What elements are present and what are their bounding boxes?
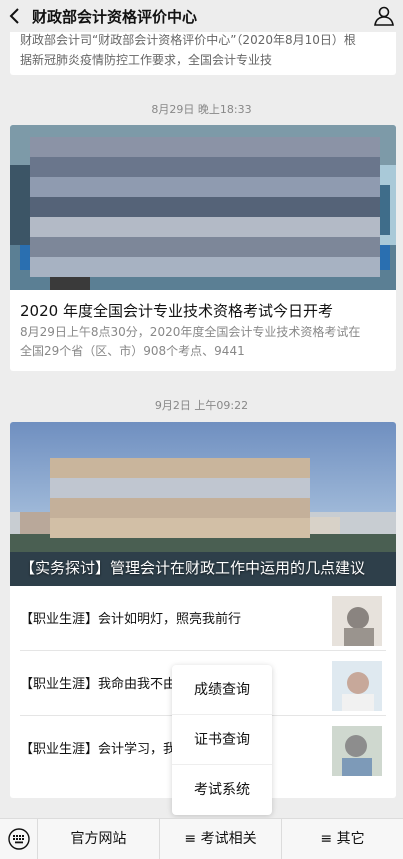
article-thumbnail: [332, 726, 382, 776]
chevron-left-icon: [9, 8, 19, 24]
timestamp: 8月29日 晚上18:33: [151, 103, 252, 116]
article-summary-1: 8月29日上午8点30分，2020年度全国会计专业技术资格考试在: [20, 325, 361, 339]
profile-button[interactable]: [373, 5, 395, 27]
menu-official-website[interactable]: 官方网站: [38, 819, 160, 859]
pixelated-region: [30, 137, 380, 277]
article-title: 【实务探讨】管理会计在财政工作中运用的几点建议: [20, 559, 366, 577]
article-summary-2: 全国29个省（区、市）908个考点、9441: [20, 344, 245, 358]
menu-exam-related[interactable]: ≡ 考试相关: [160, 819, 282, 859]
article-thumbnail: [332, 661, 382, 711]
list-item-title: 【职业生涯】会计如明灯，照亮我前行: [20, 612, 242, 627]
submenu-popup: 成绩查询 证书查询 考试系统: [172, 665, 272, 815]
list-item-title: 【职业生涯】会计学习，我: [20, 742, 177, 757]
keyboard-toggle-button[interactable]: [0, 819, 38, 859]
list-item[interactable]: 【职业生涯】会计如明灯，照亮我前行: [20, 586, 386, 651]
top-header: 财政部会计资格评价中心: [0, 0, 403, 32]
timestamp: 9月2日 上午09:22: [154, 399, 249, 412]
page-title: 财政部会计资格评价中心: [32, 7, 198, 26]
list-item-title: 【职业生涯】我命由我不由: [20, 677, 177, 692]
previous-article-text-2: 据新冠肺炎疫情防控工作要求，全国会计专业技: [20, 53, 273, 67]
menu-item-certificate-query[interactable]: 证书查询: [172, 715, 272, 765]
person-icon: [374, 6, 394, 26]
menu-other[interactable]: ≡ 其它: [282, 819, 403, 859]
article-title: 2020 年度全国会计专业技术资格考试今日开考: [20, 302, 333, 320]
menu-item-exam-system[interactable]: 考试系统: [172, 765, 272, 815]
bottom-menu-bar: 官方网站 ≡ 考试相关 ≡ 其它: [0, 818, 403, 859]
back-button[interactable]: [2, 0, 28, 32]
article-cover-image: [10, 125, 396, 290]
article-card[interactable]: 2020 年度全国会计专业技术资格考试今日开考 8月29日上午8点30分，202…: [10, 125, 396, 371]
article-thumbnail: [332, 596, 382, 646]
article-cover-image[interactable]: 【实务探讨】管理会计在财政工作中运用的几点建议: [10, 422, 396, 586]
menu-item-score-query[interactable]: 成绩查询: [172, 665, 272, 715]
keyboard-icon: [7, 828, 30, 850]
previous-article-text-1: 财政部会计司“财政部会计资格评价中心”（2020年8月10日）根: [20, 33, 356, 47]
pixelated-region: [50, 458, 310, 538]
